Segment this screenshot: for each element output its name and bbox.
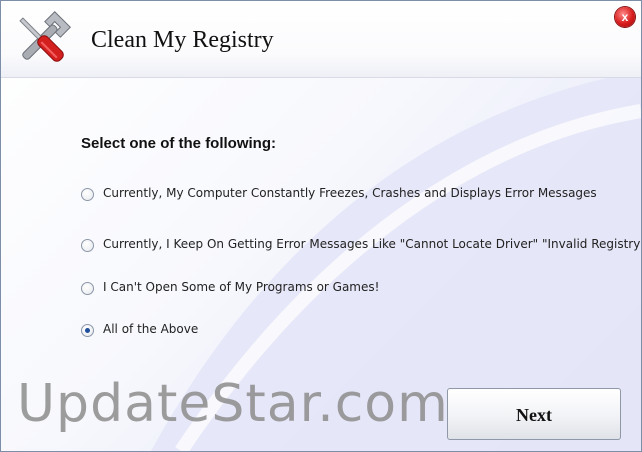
radio-button[interactable] (81, 282, 94, 295)
wrench-screwdriver-icon (9, 7, 75, 73)
radio-button[interactable] (81, 188, 94, 201)
app-title: Clean My Registry (91, 27, 274, 53)
option-label: All of the Above (103, 322, 199, 336)
option-label: Currently, I Keep On Getting Error Messa… (103, 237, 641, 251)
next-button[interactable]: Next (447, 388, 621, 440)
option-label: Currently, My Computer Constantly Freeze… (103, 186, 597, 200)
prompt-heading: Select one of the following: (81, 135, 276, 152)
option-label: I Can't Open Some of My Programs or Game… (103, 280, 380, 294)
installer-window: Clean My Registry x Select one of the fo… (0, 0, 642, 452)
watermark-text: UpdateStar.com (17, 374, 449, 434)
radio-button-selected[interactable] (81, 324, 94, 337)
close-button[interactable]: x (615, 7, 635, 27)
title-bar: Clean My Registry (1, 1, 641, 78)
radio-button[interactable] (81, 239, 94, 252)
